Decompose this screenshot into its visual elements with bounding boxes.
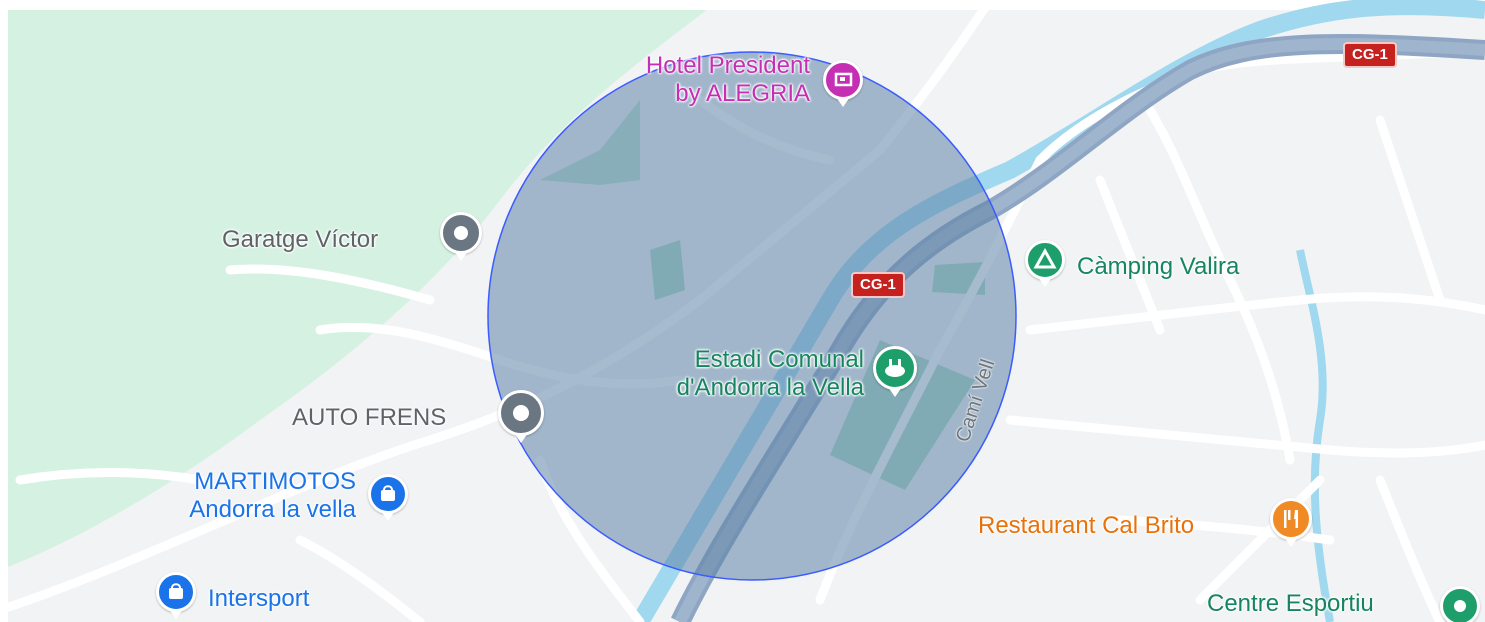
shopping-bag-icon[interactable] bbox=[156, 572, 196, 619]
hotel-icon[interactable] bbox=[823, 60, 863, 107]
place-label-centre-esportiu[interactable]: Centre Esportiu bbox=[1207, 590, 1374, 618]
shopping-bag-icon[interactable] bbox=[368, 474, 408, 521]
map-pin-icon[interactable] bbox=[498, 390, 544, 443]
stadium-icon[interactable] bbox=[873, 346, 917, 397]
restaurant-icon[interactable] bbox=[1270, 498, 1312, 547]
road-shield-cg1: CG-1 bbox=[851, 272, 905, 298]
radius-circle bbox=[487, 51, 1017, 581]
map-pin-icon[interactable] bbox=[440, 212, 482, 261]
place-label-restaurant-cal-brito[interactable]: Restaurant Cal Brito bbox=[978, 512, 1194, 540]
place-label-garatge-victor[interactable]: Garatge Víctor bbox=[222, 226, 378, 254]
place-label-auto-frens[interactable]: AUTO FRENS bbox=[292, 404, 446, 432]
place-label-estadi-comunal[interactable]: Estadi Comunal d'Andorra la Vella bbox=[590, 346, 864, 402]
place-label-hotel[interactable]: Hotel President by ALEGRIA bbox=[560, 52, 810, 108]
place-label-camping-valira[interactable]: Càmping Valira bbox=[1077, 253, 1239, 281]
sport-icon[interactable] bbox=[1440, 586, 1480, 622]
road-shield-cg1: CG-1 bbox=[1343, 42, 1397, 68]
place-label-martimotos[interactable]: MARTIMOTOS Andorra la vella bbox=[120, 468, 356, 524]
place-label-intersport[interactable]: Intersport bbox=[208, 585, 309, 613]
camping-tent-icon[interactable] bbox=[1025, 240, 1065, 287]
map-canvas[interactable]: CG-1 CG-1 Camí Vell Hotel President by A… bbox=[0, 0, 1485, 622]
